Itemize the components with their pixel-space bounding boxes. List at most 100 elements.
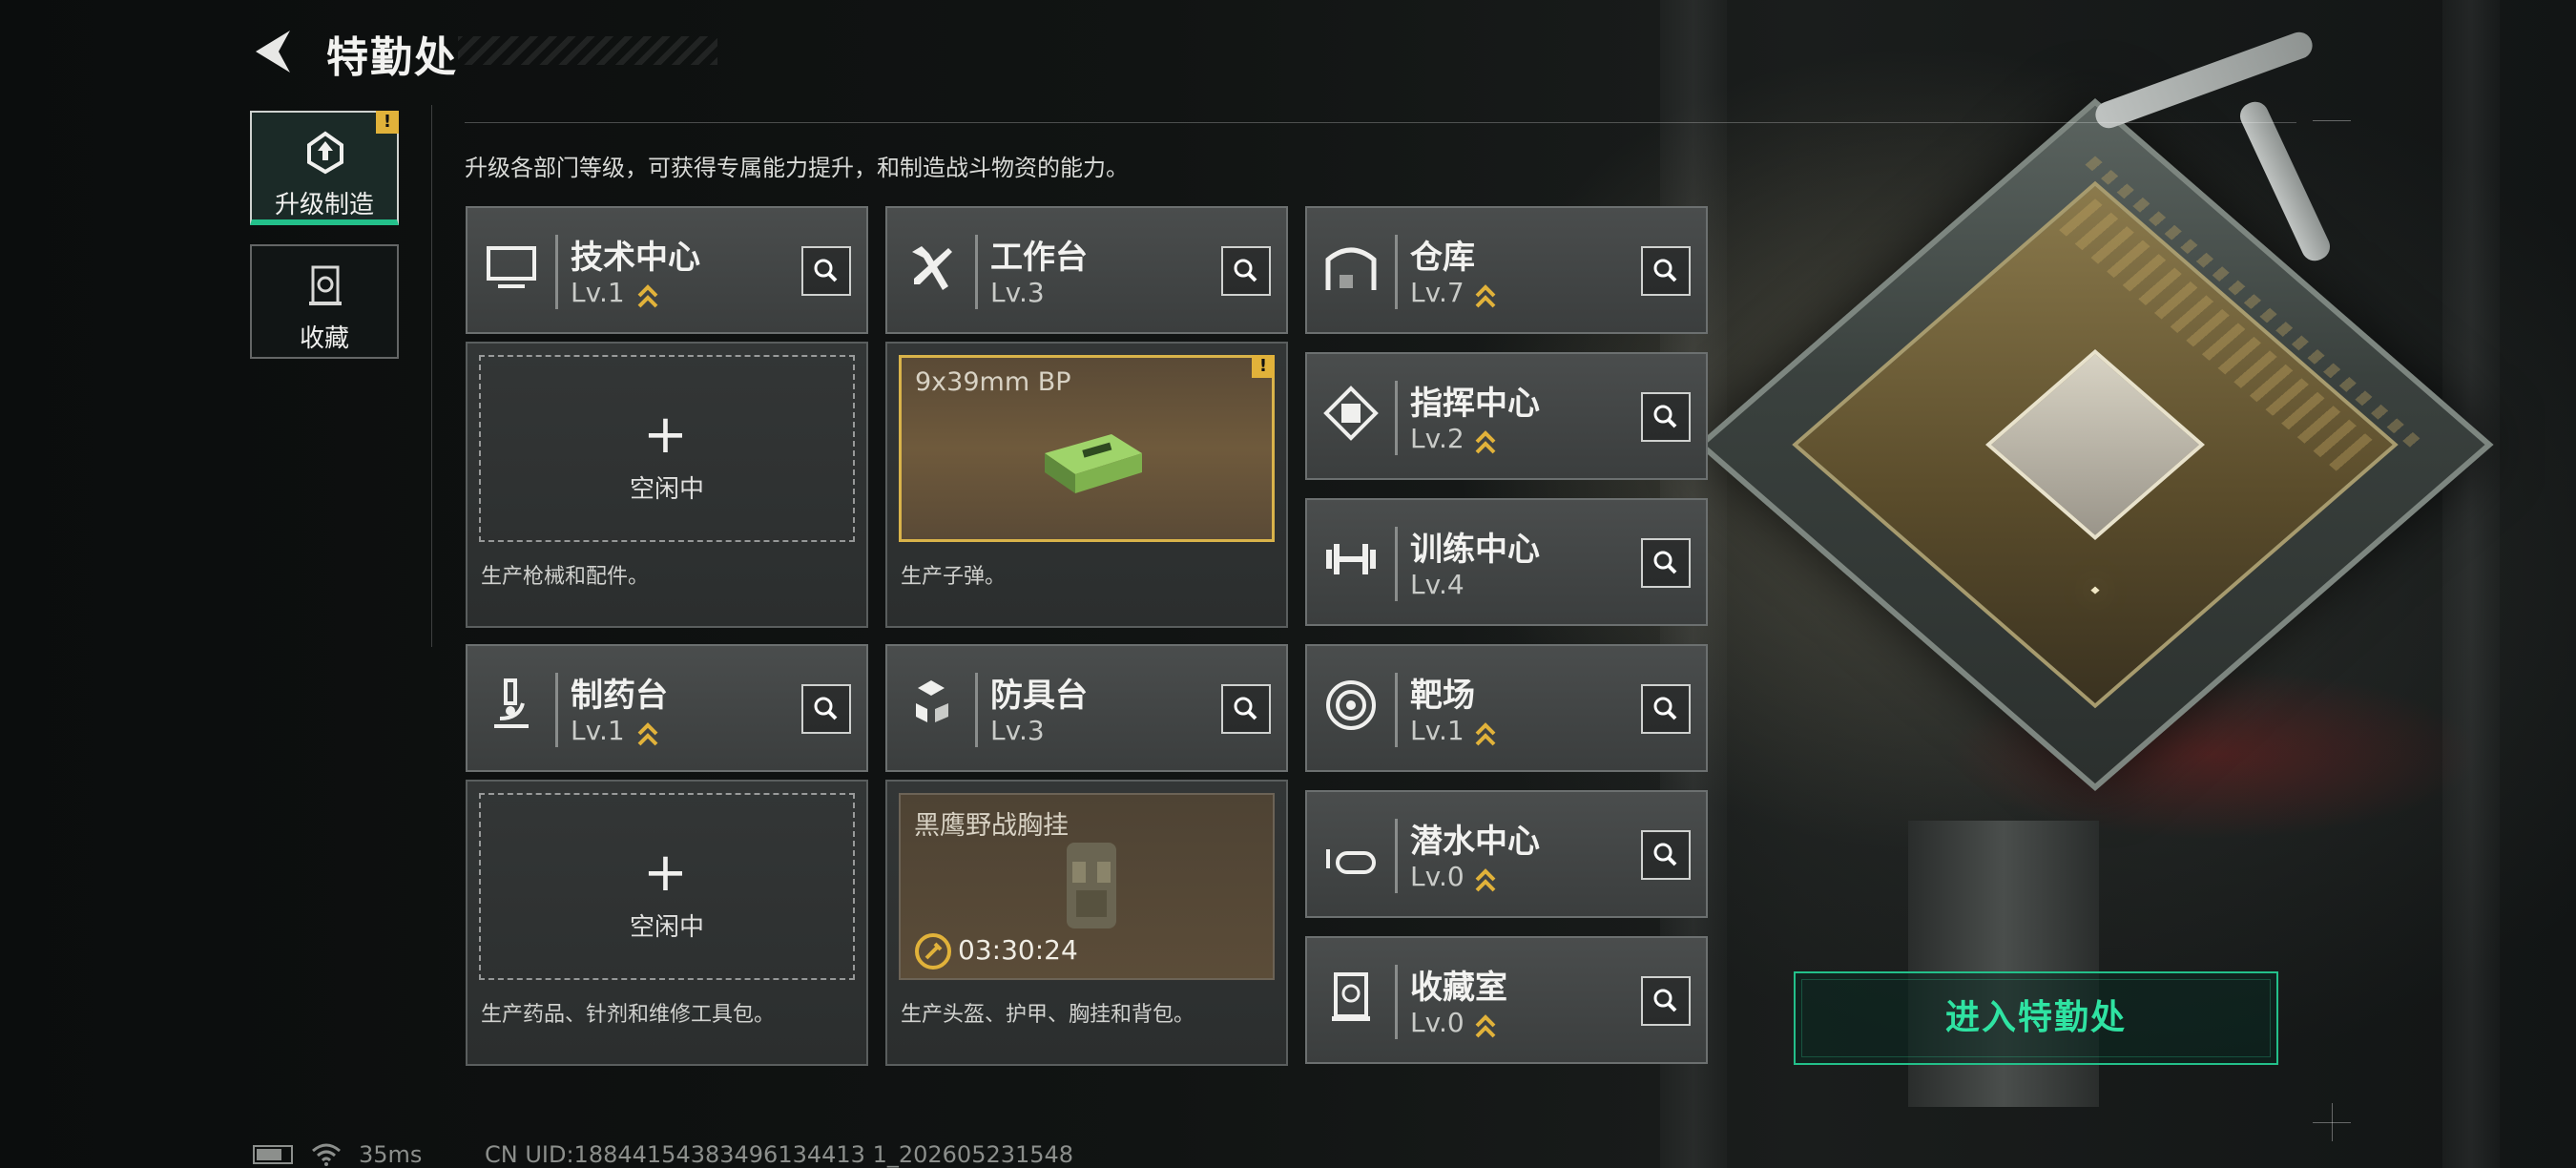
facility-card-workbench[interactable]: 工作台 Lv.3 xyxy=(885,206,1288,334)
search-icon xyxy=(1653,551,1677,574)
chest-rig-icon xyxy=(1067,843,1116,928)
facility-card-pharmacy[interactable]: 制药台 Lv.1 xyxy=(466,644,868,772)
facility-level: Lv.3 xyxy=(990,277,1045,308)
timer-value: 03:30:24 xyxy=(958,934,1078,966)
target-icon xyxy=(1320,675,1381,736)
upgrade-craft-icon xyxy=(301,128,349,176)
production-slot-item[interactable]: 9x39mm BP ! xyxy=(899,355,1275,542)
tab-label: 升级制造 xyxy=(274,191,374,219)
divider xyxy=(431,105,432,647)
search-icon xyxy=(1653,989,1677,1012)
facility-card-warehouse[interactable]: 仓库 Lv.7 xyxy=(1305,206,1708,334)
plus-icon: + xyxy=(643,404,688,466)
search-button[interactable] xyxy=(1641,976,1691,1026)
divider xyxy=(465,122,2296,123)
collection-icon xyxy=(301,261,349,309)
craft-timer: 03:30:24 xyxy=(914,932,1078,970)
facility-level: Lv.1 xyxy=(571,277,625,308)
wifi-icon xyxy=(312,1143,341,1166)
facility-name: 训练中心 xyxy=(1410,531,1540,569)
special-ops-cube-illustration xyxy=(1696,28,2494,821)
production-slot-empty[interactable]: + 空闲中 xyxy=(479,793,855,980)
item-name: 黑鹰野战胸挂 xyxy=(914,811,1069,841)
facility-level: Lv.3 xyxy=(990,715,1045,746)
upgrade-available-icon xyxy=(1475,1014,1496,1038)
production-slot-item[interactable]: 黑鹰野战胸挂 03:30:24 xyxy=(899,793,1275,980)
monitor-icon xyxy=(481,237,542,298)
facility-card-shooting-range[interactable]: 靶场 Lv.1 xyxy=(1305,644,1708,772)
facility-level: Lv.0 xyxy=(1410,1007,1465,1038)
production-description: 生产头盔、护甲、胸挂和背包。 xyxy=(901,1003,1195,1027)
tools-icon xyxy=(901,237,962,298)
search-button[interactable] xyxy=(1641,246,1691,296)
enter-special-ops-button[interactable]: 进入特勤处 xyxy=(1794,971,2278,1065)
facility-card-training-center[interactable]: 训练中心 Lv.4 xyxy=(1305,498,1708,626)
search-button[interactable] xyxy=(1221,684,1271,734)
facility-card-tech-center[interactable]: 技术中心 Lv.1 xyxy=(466,206,868,334)
production-description: 生产药品、针剂和维修工具包。 xyxy=(481,1003,776,1027)
user-uid: CN UID:18844154383496134413 1_2026052315… xyxy=(485,1141,1074,1168)
facility-name: 潜水中心 xyxy=(1410,823,1540,861)
plus-icon: + xyxy=(643,842,688,904)
search-button[interactable] xyxy=(1641,392,1691,442)
facility-name: 工作台 xyxy=(990,239,1088,277)
facility-level: Lv.1 xyxy=(1410,715,1465,746)
wrench-clock-icon xyxy=(915,933,951,970)
slot-status: 空闲中 xyxy=(629,913,704,942)
facility-level: Lv.2 xyxy=(1410,423,1465,454)
microscope-icon xyxy=(481,675,542,736)
facility-level: Lv.7 xyxy=(1410,277,1465,308)
ping-value: 35ms xyxy=(359,1141,423,1168)
production-panel-tech: + 空闲中 生产枪械和配件。 xyxy=(466,342,868,628)
facility-name: 技术中心 xyxy=(571,239,700,277)
search-button[interactable] xyxy=(801,246,851,296)
search-button[interactable] xyxy=(1641,830,1691,880)
page-title: 特勤处 xyxy=(326,33,458,82)
page-description: 升级各部门等级，可获得专属能力提升，和制造战斗物资的能力。 xyxy=(465,155,1129,181)
slot-status: 空闲中 xyxy=(629,475,704,504)
trophy-case-icon xyxy=(1320,967,1381,1028)
warehouse-icon xyxy=(1320,237,1381,298)
upgrade-available-icon xyxy=(1475,868,1496,892)
cubes-icon xyxy=(901,675,962,736)
facility-level: Lv.0 xyxy=(1410,861,1465,892)
upgrade-available-icon xyxy=(637,722,658,746)
tab-collection[interactable]: 收藏 xyxy=(250,244,399,359)
item-name: 9x39mm BP xyxy=(915,367,1071,397)
facility-level: Lv.4 xyxy=(1410,569,1465,600)
tab-label: 收藏 xyxy=(299,324,349,353)
facility-name: 指挥中心 xyxy=(1410,385,1540,423)
upgrade-available-icon xyxy=(637,284,658,308)
search-button[interactable] xyxy=(801,684,851,734)
production-slot-empty[interactable]: + 空闲中 xyxy=(479,355,855,542)
back-button[interactable] xyxy=(250,27,296,76)
warning-badge: ! xyxy=(376,111,399,134)
dumbbell-icon xyxy=(1320,529,1381,590)
upgrade-available-icon xyxy=(1475,284,1496,308)
search-icon xyxy=(814,259,838,282)
search-icon xyxy=(814,697,838,720)
facility-card-diving-center[interactable]: 潜水中心 Lv.0 xyxy=(1305,790,1708,918)
production-panel-armor: 黑鹰野战胸挂 03:30:24 生产头盔、护甲、胸挂和背包。 xyxy=(885,780,1288,1066)
facility-name: 防具台 xyxy=(990,677,1088,715)
title-decoration xyxy=(458,36,717,65)
facility-name: 制药台 xyxy=(571,677,668,715)
upgrade-available-icon xyxy=(1475,430,1496,454)
production-description: 生产枪械和配件。 xyxy=(481,565,650,589)
search-button[interactable] xyxy=(1221,246,1271,296)
battery-icon xyxy=(253,1145,293,1164)
facility-card-armor-bench[interactable]: 防具台 Lv.3 xyxy=(885,644,1288,772)
search-icon xyxy=(1653,405,1677,428)
back-arrow-icon xyxy=(256,31,290,73)
production-panel-pharmacy: + 空闲中 生产药品、针剂和维修工具包。 xyxy=(466,780,868,1066)
warning-badge: ! xyxy=(1252,355,1275,378)
facility-card-collection-room[interactable]: 收藏室 Lv.0 xyxy=(1305,936,1708,1064)
facility-name: 仓库 xyxy=(1410,239,1475,277)
search-button[interactable] xyxy=(1641,538,1691,588)
search-button[interactable] xyxy=(1641,684,1691,734)
production-panel-workbench: 9x39mm BP ! 生产子弹。 xyxy=(885,342,1288,628)
tab-upgrade-craft[interactable]: 升级制造 ! xyxy=(250,111,399,225)
facility-level: Lv.1 xyxy=(571,715,625,746)
search-icon xyxy=(1234,259,1257,282)
facility-card-command-center[interactable]: 指挥中心 Lv.2 xyxy=(1305,352,1708,480)
